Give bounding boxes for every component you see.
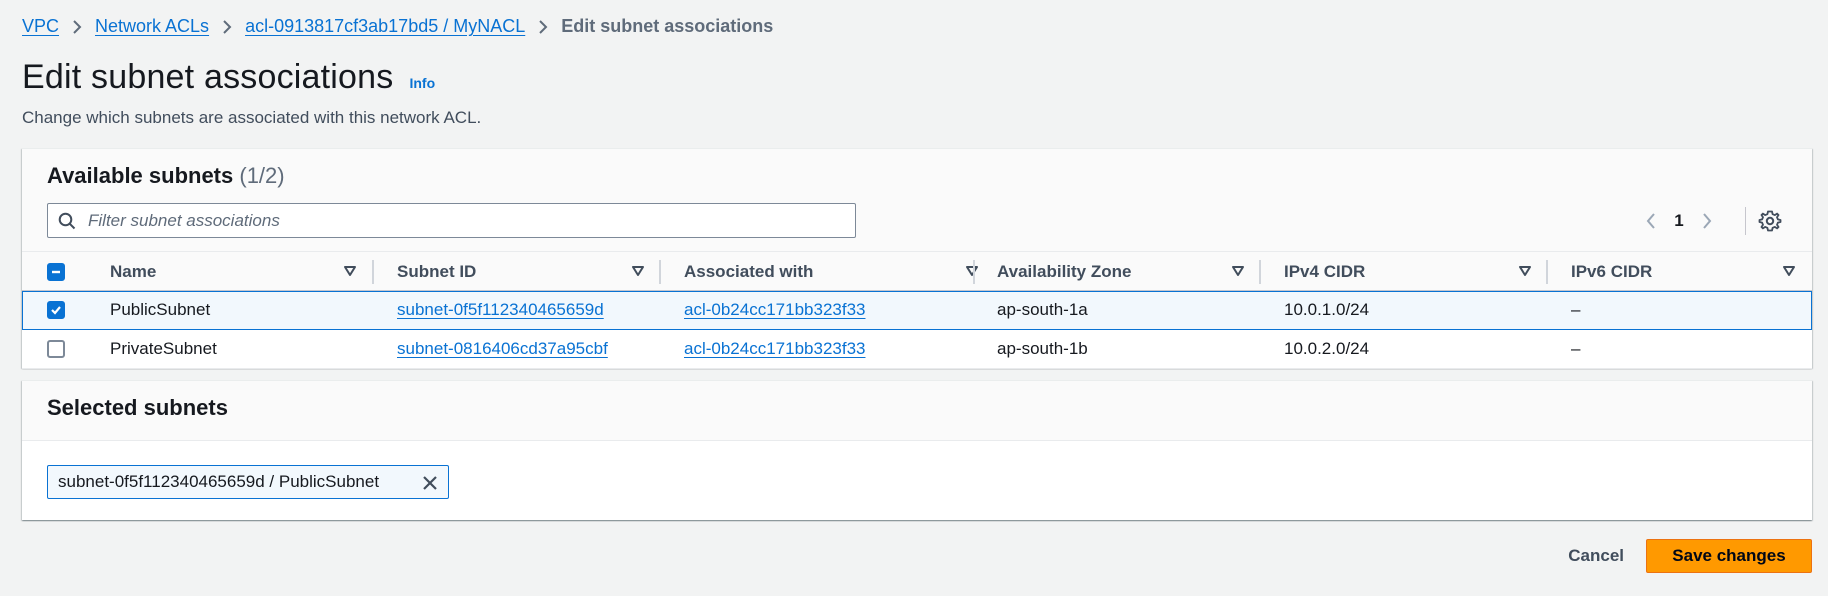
page-header: Edit subnet associations Info (22, 58, 435, 97)
info-link[interactable]: Info (409, 75, 435, 91)
column-resizer[interactable] (1259, 260, 1261, 284)
cell-subnet-id-link[interactable]: subnet-0816406cd37a95cbf (397, 330, 608, 368)
chevron-right-icon (1703, 213, 1712, 229)
column-label: IPv6 CIDR (1571, 261, 1653, 281)
column-header-availability-zone[interactable]: Availability Zone (997, 252, 1273, 291)
chevron-left-icon (1646, 213, 1655, 229)
form-actions: Cancel Save changes (1546, 539, 1812, 573)
breadcrumb-current: Edit subnet associations (561, 16, 774, 36)
cell-ipv4-cidr: 10.0.2.0/24 (1284, 339, 1370, 358)
column-header-associated-with[interactable]: Associated with (684, 252, 984, 291)
token-label: subnet-0f5f112340465659d / PublicSubnet (58, 472, 380, 491)
row-select-cell (47, 330, 65, 368)
cancel-button[interactable]: Cancel (1546, 539, 1646, 573)
breadcrumb: VPC Network ACLs acl-0913817cf3ab17bd5 /… (22, 16, 773, 37)
subnets-table: Name Subnet ID Associated with Availabil… (22, 251, 1812, 369)
column-resizer[interactable] (659, 260, 661, 284)
column-header-subnet-id[interactable]: Subnet ID (397, 252, 673, 291)
sort-down-icon[interactable] (343, 264, 357, 278)
save-changes-button[interactable]: Save changes (1646, 539, 1812, 573)
sort-down-icon[interactable] (1518, 264, 1532, 278)
breadcrumb-vpc[interactable]: VPC (22, 16, 59, 37)
current-page-number[interactable]: 1 (1668, 211, 1690, 231)
column-resizer[interactable] (372, 260, 374, 284)
search-icon (58, 212, 76, 229)
column-header-name[interactable]: Name (110, 252, 386, 291)
cell-associated-with-link[interactable]: acl-0b24cc171bb323f33 (684, 330, 865, 368)
next-page-button[interactable] (1690, 207, 1724, 235)
cell-availability-zone: ap-south-1a (997, 300, 1088, 319)
available-subnets-count: (1/2) (239, 163, 285, 188)
selected-subnets-panel: Selected subnets subnet-0f5f112340465659… (22, 380, 1812, 520)
sort-down-icon[interactable] (1231, 264, 1245, 278)
row-select-cell (47, 291, 65, 329)
pagination-divider (1745, 207, 1746, 235)
select-all-checkbox[interactable] (47, 262, 65, 281)
column-header-ipv6-cidr[interactable]: IPv6 CIDR (1571, 252, 1801, 291)
sort-down-icon[interactable] (965, 264, 979, 278)
previous-page-button[interactable] (1634, 207, 1668, 235)
cell-ipv6-cidr: – (1571, 300, 1581, 319)
remove-token-button[interactable] (420, 473, 440, 493)
page-title: Edit subnet associations (22, 58, 394, 96)
column-label: Name (110, 261, 157, 281)
table-row[interactable]: PrivateSubnet subnet-0816406cd37a95cbf a… (22, 330, 1812, 369)
filter-input[interactable] (86, 209, 846, 232)
chevron-right-icon (59, 19, 95, 34)
available-subnets-title: Available subnets (1/2) (47, 163, 285, 189)
breadcrumb-network-acls[interactable]: Network ACLs (95, 16, 209, 37)
close-icon (423, 476, 437, 490)
chevron-right-icon (525, 19, 561, 34)
column-label: Associated with (684, 261, 814, 281)
cell-subnet-id-link[interactable]: subnet-0f5f112340465659d (397, 291, 604, 329)
preferences-button[interactable] (1758, 209, 1782, 233)
gear-icon (1758, 210, 1782, 232)
row-checkbox[interactable] (47, 301, 65, 319)
column-resizer[interactable] (1546, 260, 1548, 284)
table-row[interactable]: PublicSubnet subnet-0f5f112340465659d ac… (22, 291, 1812, 330)
cell-associated-with-link[interactable]: acl-0b24cc171bb323f33 (684, 291, 865, 329)
cell-availability-zone: ap-south-1b (997, 339, 1088, 358)
sort-down-icon[interactable] (1782, 264, 1796, 278)
sort-down-icon[interactable] (631, 264, 645, 278)
cell-ipv6-cidr: – (1571, 339, 1581, 358)
selected-subnets-header: Selected subnets (22, 381, 1812, 441)
filter-box (47, 203, 856, 238)
cell-name: PrivateSubnet (110, 339, 217, 358)
page-description: Change which subnets are associated with… (22, 108, 482, 127)
select-all-cell (47, 252, 65, 291)
row-checkbox[interactable] (47, 340, 65, 358)
table-header: Name Subnet ID Associated with Availabil… (22, 251, 1812, 291)
column-label: IPv4 CIDR (1284, 261, 1366, 281)
column-label: Availability Zone (997, 261, 1132, 281)
available-subnets-panel: Available subnets (1/2) 1 (22, 148, 1812, 369)
minus-icon (52, 270, 60, 273)
available-subnets-title-text: Available subnets (47, 163, 234, 188)
check-icon (51, 306, 61, 315)
available-subnets-header: Available subnets (1/2) 1 (22, 149, 1812, 251)
column-header-ipv4-cidr[interactable]: IPv4 CIDR (1284, 252, 1560, 291)
breadcrumb-acl[interactable]: acl-0913817cf3ab17bd5 / MyNACL (245, 16, 525, 37)
selected-subnets-title: Selected subnets (47, 395, 228, 420)
pagination: 1 (1634, 207, 1724, 235)
chevron-right-icon (209, 19, 245, 34)
column-resizer[interactable] (973, 260, 975, 284)
cell-name: PublicSubnet (110, 300, 211, 319)
column-label: Subnet ID (397, 261, 477, 281)
selected-subnet-token: subnet-0f5f112340465659d / PublicSubnet (47, 465, 449, 499)
cell-ipv4-cidr: 10.0.1.0/24 (1284, 300, 1370, 319)
